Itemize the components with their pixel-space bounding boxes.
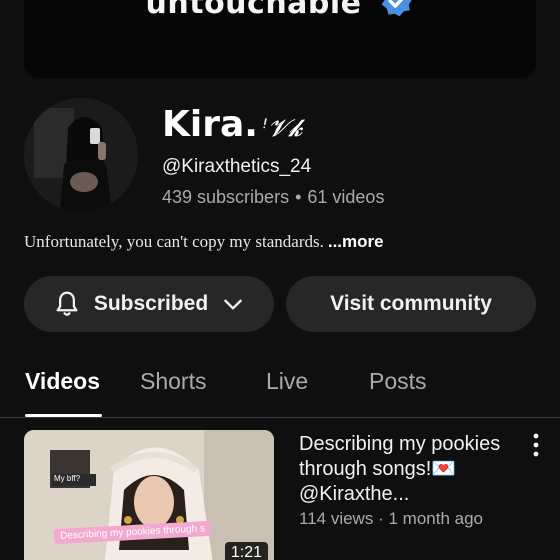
subscribed-button[interactable]: Subscribed (24, 276, 274, 332)
banner-text: untouchable (145, 0, 362, 21)
more-options-icon[interactable] (526, 432, 546, 458)
channel-name-suffix: ꜝ𝓥𝓴 (261, 114, 303, 142)
channel-name: Kira. ꜝ𝓥𝓴 (162, 104, 302, 145)
video-age: 1 month ago (388, 509, 483, 528)
video-thumbnail[interactable]: My bff? Describing my pookies through s … (24, 430, 274, 560)
video-list-item[interactable]: My bff? Describing my pookies through s … (0, 430, 560, 560)
video-views: 114 views (299, 509, 374, 528)
subscribed-label: Subscribed (93, 292, 209, 315)
active-tab-indicator (25, 414, 102, 417)
tab-posts[interactable]: Posts (369, 368, 427, 395)
channel-stats: 439 subscribers • 61 videos (162, 187, 384, 208)
meta-separator: · (378, 509, 384, 528)
community-label: Visit community (330, 292, 492, 315)
video-duration: 1:21 (224, 542, 268, 560)
avatar-photo (24, 98, 138, 212)
thumb-corner-text: My bff? (54, 474, 81, 483)
tab-videos[interactable]: Videos (25, 368, 100, 395)
video-count: 61 videos (307, 187, 385, 207)
chevron-down-icon (224, 299, 242, 310)
channel-handle: @Kiraxthetics_24 (162, 156, 312, 177)
channel-name-text: Kira. (162, 104, 258, 145)
tab-live[interactable]: Live (266, 368, 308, 395)
video-meta: 114 views · 1 month ago (299, 509, 483, 529)
tab-shorts[interactable]: Shorts (140, 368, 206, 395)
channel-avatar[interactable] (24, 98, 138, 212)
more-link[interactable]: ...more (328, 232, 384, 251)
channel-tabs: Videos Shorts Live Posts (0, 362, 560, 418)
channel-banner: untouchable (24, 0, 536, 78)
video-title[interactable]: Describing my pookies through songs!💌 @K… (299, 432, 519, 507)
banner-title: untouchable (24, 0, 536, 21)
subscriber-count: 439 subscribers (162, 187, 290, 207)
visit-community-button[interactable]: Visit community (286, 276, 536, 332)
verified-badge-icon (382, 0, 413, 17)
channel-description[interactable]: Unfortunately, you can't copy my standar… (24, 232, 384, 252)
bell-icon (56, 291, 78, 316)
stats-separator: • (295, 187, 302, 207)
description-text: Unfortunately, you can't copy my standar… (24, 232, 324, 251)
